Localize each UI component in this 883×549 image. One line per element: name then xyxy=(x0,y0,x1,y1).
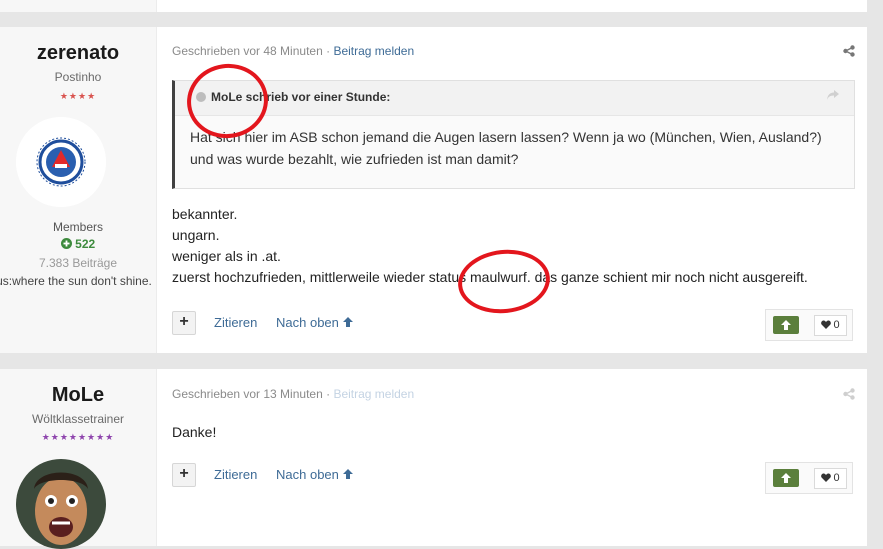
heart-icon xyxy=(821,320,832,329)
rank-stars: ★★★★ xyxy=(59,91,97,101)
author-name[interactable]: zerenato xyxy=(0,42,156,65)
quote-block: MoLe schrieb vor einer Stunde: Hat sich … xyxy=(172,80,855,189)
author-name[interactable]: MoLe xyxy=(0,384,156,407)
like-count[interactable]: 0 xyxy=(814,468,847,489)
like-count[interactable]: 0 xyxy=(814,315,847,336)
reputation: 522 xyxy=(0,237,156,251)
quote-text: Hat sich hier im ASB schon jemand die Au… xyxy=(190,129,822,167)
content-line: Danke! xyxy=(172,424,217,440)
quote-share-icon[interactable] xyxy=(826,89,840,101)
member-group: Members xyxy=(52,220,103,234)
report-link[interactable]: Beitrag melden xyxy=(333,44,414,58)
arrow-up-icon xyxy=(342,317,353,327)
post-meta: Geschrieben vor 13 Minuten · Beitrag mel… xyxy=(172,387,415,401)
author-title: Wöltklassetrainer xyxy=(31,412,125,426)
post-time[interactable]: Geschrieben vor 48 Minuten xyxy=(172,44,323,58)
content-line: bekannter. xyxy=(172,206,238,222)
quote-button[interactable]: Zitieren xyxy=(214,315,257,330)
author-panel: zerenato Postinho ★★★★ Members 522 7.383… xyxy=(0,27,157,353)
back-to-top-link[interactable]: Nach oben xyxy=(276,315,354,330)
multiquote-button[interactable]: + xyxy=(172,311,196,335)
multiquote-button[interactable]: + xyxy=(172,463,196,487)
reputation-count: 522 xyxy=(75,237,96,251)
reaction-box: 0 xyxy=(765,309,853,341)
plus-circle-icon xyxy=(60,238,72,249)
previous-post-bottom xyxy=(0,0,867,12)
share-icon[interactable] xyxy=(843,45,855,57)
upvote-button[interactable] xyxy=(773,316,799,334)
reaction-box: 0 xyxy=(765,462,853,494)
quote-button[interactable]: Zitieren xyxy=(214,467,257,482)
post-zerenato: zerenato Postinho ★★★★ Members 522 7.383… xyxy=(0,27,867,353)
arrow-up-icon xyxy=(781,473,791,483)
author-location: Aus:where the sun don't shine. xyxy=(0,274,152,288)
quote-header: MoLe schrieb vor einer Stunde: xyxy=(175,81,854,116)
post-content: Danke! xyxy=(172,422,216,443)
upvote-button[interactable] xyxy=(773,469,799,487)
author-panel: MoLe Wöltklassetrainer ★★★★★★★★ xyxy=(0,369,157,549)
rank-stars: ★★★★★★★★ xyxy=(41,432,115,442)
arrow-up-icon xyxy=(342,469,353,479)
post-count: 7.383 Beiträge xyxy=(38,256,118,270)
arrow-up-icon xyxy=(781,320,791,330)
author-title: Postinho xyxy=(54,70,102,84)
post-time[interactable]: Geschrieben vor 13 Minuten xyxy=(172,387,323,401)
share-icon[interactable] xyxy=(843,388,855,400)
back-to-top-link[interactable]: Nach oben xyxy=(276,467,354,482)
heart-icon xyxy=(821,473,832,482)
avatar[interactable] xyxy=(16,117,106,207)
report-link[interactable]: Beitrag melden xyxy=(333,387,414,401)
previous-post-author-panel xyxy=(0,0,157,12)
avatar[interactable] xyxy=(16,459,106,549)
post-meta: Geschrieben vor 48 Minuten · Beitrag mel… xyxy=(172,44,415,58)
content-line: ungarn. xyxy=(172,227,220,243)
post-mole: MoLe Wöltklassetrainer ★★★★★★★★ Geschrie… xyxy=(0,369,867,549)
